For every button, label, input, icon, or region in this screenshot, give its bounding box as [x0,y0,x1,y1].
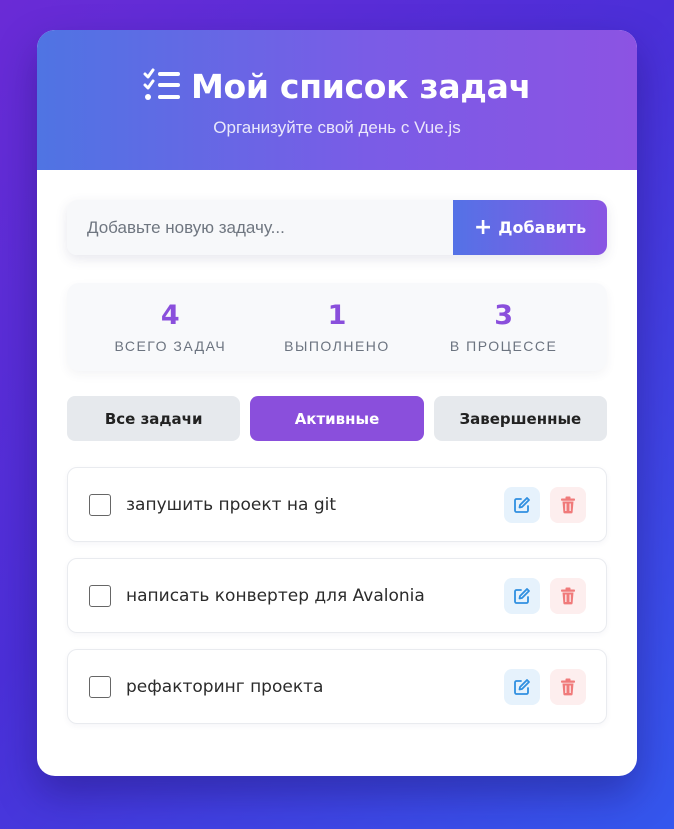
filter-all-button[interactable]: Все задачи [67,396,241,441]
filter-tabs: Все задачи Активные Завершенные [67,396,607,441]
page-title: Мой список задач [191,66,531,106]
new-task-input[interactable] [67,200,453,255]
stat-in-progress: 3 В ПРОЦЕССЕ [429,300,579,354]
delete-task-button[interactable] [550,486,586,523]
stats-panel: 4 ВСЕГО ЗАДАЧ 1 ВЫПОЛНЕНО 3 В ПРОЦЕССЕ [67,283,607,371]
trash-icon [561,678,575,695]
task-list-icon [143,68,181,100]
add-task-button[interactable]: + Добавить [453,200,607,255]
stat-total-label: ВСЕГО ЗАДАЧ [114,338,227,354]
task-item: запушить проект на git [67,467,607,542]
edit-task-button[interactable] [504,486,540,523]
task-checkbox[interactable] [89,584,111,607]
plus-icon: + [473,214,493,240]
title-row: Мой список задач [37,30,637,106]
stat-completed-value: 1 [327,300,347,331]
filter-active-button[interactable]: Активные [250,396,424,441]
stat-total-value: 4 [160,300,180,331]
task-item: написать конвертер для Avalonia [67,558,607,633]
task-list: запушить проект на git написать конверте… [67,467,607,724]
trash-icon [561,587,575,604]
edit-icon [514,496,530,513]
todo-card: Мой список задач Организуйте свой день с… [37,30,637,776]
task-checkbox[interactable] [89,675,111,698]
delete-task-button[interactable] [550,577,586,614]
delete-task-button[interactable] [550,668,586,705]
edit-icon [514,587,530,604]
filter-completed-button[interactable]: Завершенные [433,396,607,441]
main-content: + Добавить 4 ВСЕГО ЗАДАЧ 1 ВЫПОЛНЕНО 3 В… [37,170,637,724]
header: Мой список задач Организуйте свой день с… [37,30,637,170]
stat-completed: 1 ВЫПОЛНЕНО [262,300,412,354]
add-task-button-label: Добавить [498,218,587,237]
task-text: написать конвертер для Avalonia [126,585,425,606]
task-checkbox[interactable] [89,493,111,516]
add-task-form: + Добавить [67,200,607,255]
stat-completed-label: ВЫПОЛНЕНО [284,338,390,354]
edit-task-button[interactable] [504,577,540,614]
stat-in-progress-value: 3 [494,300,514,331]
task-text: запушить проект на git [126,494,337,515]
task-item: рефакторинг проекта [67,649,607,724]
edit-icon [514,678,530,695]
stat-in-progress-label: В ПРОЦЕССЕ [449,338,558,354]
page-subtitle: Организуйте свой день с Vue.js [213,118,461,137]
trash-icon [561,496,575,513]
stat-total: 4 ВСЕГО ЗАДАЧ [95,300,245,354]
edit-task-button[interactable] [504,668,540,705]
task-text: рефакторинг проекта [126,676,324,697]
